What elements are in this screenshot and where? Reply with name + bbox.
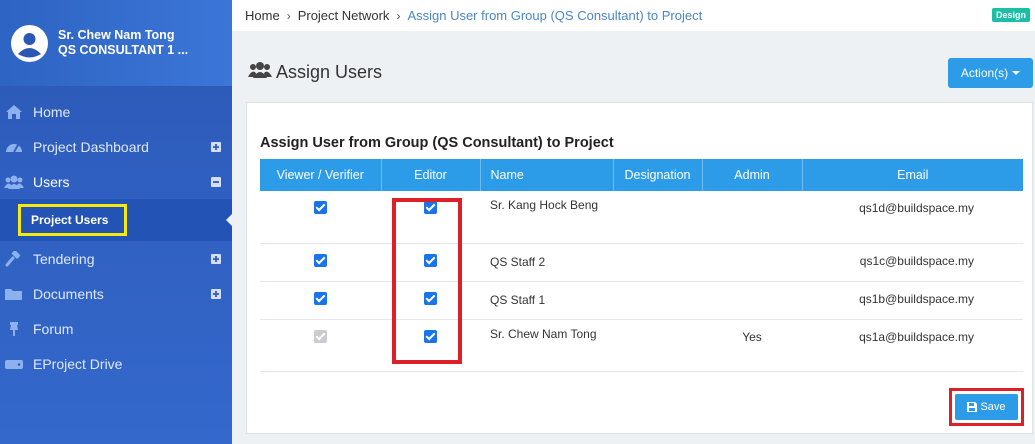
admin-cell: Yes bbox=[702, 319, 802, 372]
column-header-viewer: Viewer / Verifier bbox=[260, 159, 382, 191]
page-header: Assign Users Action(s) bbox=[232, 57, 1035, 91]
sidebar-item-users[interactable]: Users bbox=[0, 164, 232, 199]
email-cell: qs1a@buildspace.my bbox=[802, 319, 1023, 372]
user-name-cell: QS Staff 1 bbox=[480, 281, 613, 320]
users-icon bbox=[3, 174, 25, 190]
editor-column-highlight bbox=[392, 198, 462, 364]
email-cell: qs1c@buildspace.my bbox=[802, 243, 1023, 282]
users-icon bbox=[248, 61, 272, 84]
column-header-admin: Admin bbox=[702, 159, 803, 191]
sidebar-subitem-project-users[interactable]: Project Users bbox=[0, 199, 232, 241]
sidebar-item-home[interactable]: Home bbox=[0, 94, 232, 129]
actions-label: Action(s) bbox=[960, 66, 1009, 80]
table-row: QS Staff 2 qs1c@buildspace.my bbox=[260, 243, 1023, 282]
column-header-email: Email bbox=[802, 159, 1023, 191]
breadcrumb-home[interactable]: Home bbox=[245, 8, 280, 23]
viewer-checkbox[interactable] bbox=[314, 291, 327, 305]
user-profile[interactable]: Sr. Chew Nam Tong QS CONSULTANT 1 ... bbox=[0, 0, 232, 86]
designation-cell bbox=[613, 281, 702, 320]
table-row: QS Staff 1 qs1b@buildspace.my bbox=[260, 281, 1023, 320]
sidebar-nav: Home Project Dashboard Users Project Use… bbox=[0, 94, 232, 381]
save-highlight: Save bbox=[949, 388, 1024, 426]
designation-cell bbox=[613, 191, 702, 244]
sidebar-subitem-label: Project Users bbox=[31, 213, 109, 227]
status-badge: Design bbox=[991, 8, 1030, 22]
expand-icon[interactable] bbox=[211, 142, 221, 152]
column-header-editor: Editor bbox=[381, 159, 481, 191]
admin-cell bbox=[702, 243, 802, 282]
column-header-designation: Designation bbox=[613, 159, 703, 191]
save-label: Save bbox=[980, 401, 1006, 413]
sidebar-item-documents[interactable]: Documents bbox=[0, 276, 232, 311]
caret-down-icon bbox=[1012, 71, 1021, 75]
assign-users-panel: Assign User from Group (QS Consultant) t… bbox=[246, 102, 1033, 434]
admin-cell bbox=[702, 191, 802, 244]
sidebar: Sr. Chew Nam Tong QS CONSULTANT 1 ... Ho… bbox=[0, 0, 232, 444]
sidebar-item-tendering[interactable]: Tendering bbox=[0, 241, 232, 276]
chevron-right-icon: › bbox=[286, 8, 291, 23]
user-name-cell: Sr. Kang Hock Beng bbox=[480, 191, 613, 244]
collapse-icon[interactable] bbox=[211, 177, 221, 187]
sidebar-item-label: EProject Drive bbox=[33, 355, 123, 372]
user-name-cell: Sr. Chew Nam Tong bbox=[480, 319, 613, 372]
sidebar-item-label: Documents bbox=[33, 285, 104, 302]
breadcrumb-project-network[interactable]: Project Network bbox=[298, 8, 390, 23]
viewer-checkbox[interactable] bbox=[314, 253, 327, 267]
actions-dropdown-button[interactable]: Action(s) bbox=[948, 58, 1033, 88]
column-header-name: Name bbox=[480, 159, 614, 191]
main-content: Home › Project Network › Assign User fro… bbox=[232, 0, 1035, 444]
dashboard-icon bbox=[3, 139, 25, 155]
gavel-icon bbox=[3, 250, 25, 267]
highlight-box: Project Users bbox=[18, 204, 127, 236]
avatar bbox=[11, 24, 48, 62]
sidebar-item-project-dashboard[interactable]: Project Dashboard bbox=[0, 129, 232, 164]
viewer-checkbox[interactable] bbox=[314, 201, 327, 214]
home-icon bbox=[3, 104, 25, 120]
viewer-checkbox-disabled bbox=[314, 329, 327, 343]
folder-icon bbox=[3, 286, 25, 302]
sidebar-item-label: Users bbox=[33, 173, 70, 190]
drive-icon bbox=[3, 357, 25, 371]
email-cell: qs1d@buildspace.my bbox=[802, 191, 1023, 244]
chevron-right-icon: › bbox=[396, 8, 401, 23]
user-role: QS CONSULTANT 1 ... bbox=[58, 43, 189, 57]
floppy-disk-icon bbox=[967, 402, 978, 412]
sidebar-item-label: Forum bbox=[33, 320, 74, 337]
panel-title: Assign User from Group (QS Consultant) t… bbox=[260, 135, 614, 151]
expand-icon[interactable] bbox=[211, 289, 221, 299]
table-header-row: Viewer / Verifier Editor Name Designatio… bbox=[260, 159, 1023, 191]
table-row: Sr. Kang Hock Beng qs1d@buildspace.my bbox=[260, 191, 1023, 244]
user-name-cell: QS Staff 2 bbox=[480, 243, 613, 282]
page-title-text: Assign Users bbox=[276, 62, 383, 82]
user-avatar-icon bbox=[12, 26, 47, 60]
email-cell: qs1b@buildspace.my bbox=[802, 281, 1023, 320]
designation-cell bbox=[613, 319, 702, 372]
save-button[interactable]: Save bbox=[955, 394, 1018, 420]
pin-icon bbox=[3, 321, 25, 337]
table-row: Sr. Chew Nam Tong Yes qs1a@buildspace.my bbox=[260, 319, 1023, 372]
sidebar-item-label: Project Dashboard bbox=[33, 138, 149, 155]
expand-icon[interactable] bbox=[211, 254, 221, 264]
users-table: Viewer / Verifier Editor Name Designatio… bbox=[260, 159, 1023, 372]
sidebar-item-label: Tendering bbox=[33, 250, 95, 267]
page-title: Assign Users bbox=[248, 61, 382, 84]
breadcrumb: Home › Project Network › Assign User fro… bbox=[232, 0, 1035, 31]
admin-cell bbox=[702, 281, 802, 320]
user-name: Sr. Chew Nam Tong bbox=[58, 28, 175, 42]
breadcrumb-current: Assign User from Group (QS Consultant) t… bbox=[407, 8, 703, 23]
sidebar-item-label: Home bbox=[33, 103, 71, 120]
sidebar-item-eproject-drive[interactable]: EProject Drive bbox=[0, 346, 232, 381]
sidebar-item-forum[interactable]: Forum bbox=[0, 311, 232, 346]
designation-cell bbox=[613, 243, 702, 282]
